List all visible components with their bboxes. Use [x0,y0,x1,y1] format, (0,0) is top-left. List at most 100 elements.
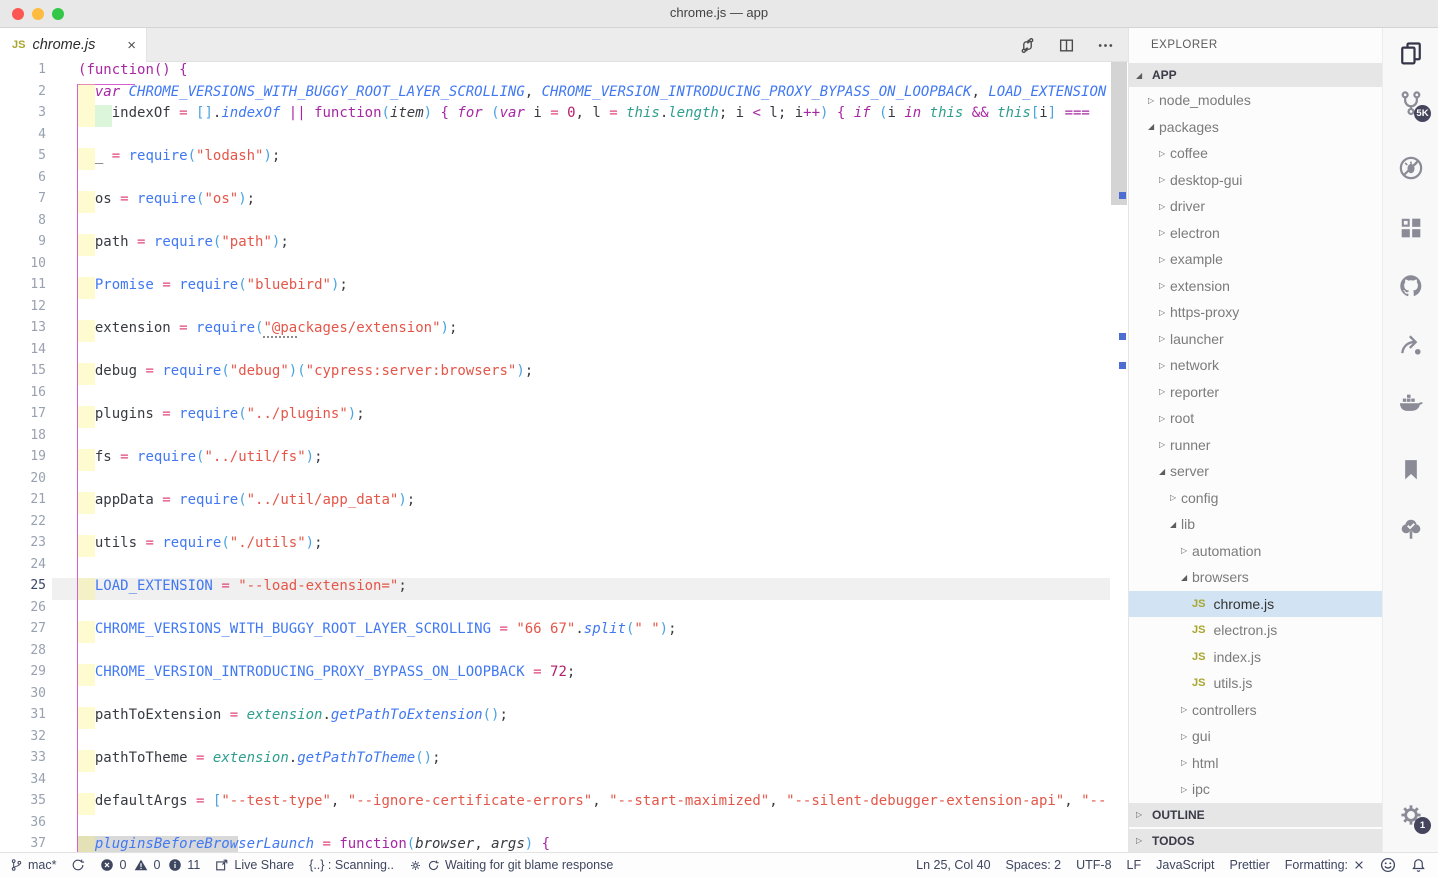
tree-item-extension[interactable]: ▷extension [1129,273,1382,300]
close-tab-icon[interactable]: × [127,38,136,53]
activity-github-icon[interactable] [1397,272,1425,300]
code-line[interactable] [78,127,1110,149]
code-line[interactable] [78,557,1110,579]
close-window-button[interactable] [12,8,24,20]
tree-item-example[interactable]: ▷example [1129,246,1382,273]
activity-test-explorer-icon[interactable] [1397,516,1425,544]
split-editor-icon[interactable] [1058,37,1075,54]
status-formatter[interactable]: Prettier [1229,858,1269,872]
activity-settings-icon[interactable]: 1 [1397,801,1425,829]
more-actions-icon[interactable] [1097,37,1114,54]
status-warnings[interactable]: 0 [134,858,160,872]
minimize-window-button[interactable] [32,8,44,20]
scrollbar-thumb[interactable] [1111,62,1127,205]
activity-explorer-icon[interactable] [1397,40,1425,68]
code-line[interactable]: plugins = require("../plugins"); [78,406,1110,428]
tree-item-root[interactable]: ▷root [1129,405,1382,432]
code-line[interactable] [78,729,1110,751]
tree-item-launcher[interactable]: ▷launcher [1129,326,1382,353]
tab-chrome-js[interactable]: JS chrome.js × [0,28,147,62]
status-git-blame[interactable]: Waiting for git blame response [409,858,613,872]
tree-item-node_modules[interactable]: ▷node_modules [1129,87,1382,114]
code-line[interactable] [78,170,1110,192]
code-line[interactable]: path = require("path"); [78,234,1110,256]
tree-item-server[interactable]: ◢server [1129,458,1382,485]
code-editor[interactable]: 1234567891011121314151617181920212223242… [0,62,1128,852]
status-eol[interactable]: LF [1127,858,1142,872]
activity-source-control-icon[interactable]: 5K [1397,89,1425,117]
section-header-todos[interactable]: ▷ TODOS [1129,829,1382,853]
code-line[interactable]: CHROME_VERSION_INTRODUCING_PROXY_BYPASS_… [78,664,1110,686]
activity-debug-disabled-icon[interactable] [1397,154,1425,182]
code-line[interactable] [78,213,1110,235]
tree-item-runner[interactable]: ▷runner [1129,432,1382,459]
code-line[interactable] [78,428,1110,450]
toggle-changes-icon[interactable] [1019,37,1036,54]
status-indentation[interactable]: Spaces: 2 [1006,858,1062,872]
code-line[interactable]: CHROME_VERSIONS_WITH_BUGGY_ROOT_LAYER_SC… [78,621,1110,643]
tree-item-reporter[interactable]: ▷reporter [1129,379,1382,406]
code-line[interactable] [78,514,1110,536]
code-line[interactable]: _ = require("lodash"); [78,148,1110,170]
code-line[interactable] [78,772,1110,794]
tree-item-network[interactable]: ▷network [1129,352,1382,379]
tree-item-packages[interactable]: ◢packages [1129,114,1382,141]
activity-bookmarks-icon[interactable] [1397,456,1425,484]
tree-item-automation[interactable]: ▷automation [1129,538,1382,565]
tree-item-electron[interactable]: ▷electron [1129,220,1382,247]
editor-scrollbar[interactable] [1110,62,1128,852]
code-line[interactable]: (function() { [78,62,1110,84]
tree-item-browsers[interactable]: ◢browsers [1129,564,1382,591]
status-notifications-bell[interactable] [1411,858,1426,873]
tree-item-controllers[interactable]: ▷controllers [1129,697,1382,724]
code-line[interactable]: var CHROME_VERSIONS_WITH_BUGGY_ROOT_LAYE… [78,84,1110,106]
status-live-share[interactable]: Live Share [215,858,294,872]
tree-item-driver[interactable]: ▷driver [1129,193,1382,220]
status-language-mode[interactable]: JavaScript [1156,858,1214,872]
code-area[interactable]: (function() { var CHROME_VERSIONS_WITH_B… [78,62,1110,852]
status-errors[interactable]: 0 [100,858,126,872]
section-header-outline[interactable]: ▷ OUTLINE [1129,803,1382,827]
tree-item-config[interactable]: ▷config [1129,485,1382,512]
tree-item-gui[interactable]: ▷gui [1129,723,1382,750]
code-line[interactable]: utils = require("./utils"); [78,535,1110,557]
code-line[interactable]: defaultArgs = ["--test-type", "--ignore-… [78,793,1110,815]
tree-item-utils.js[interactable]: JSutils.js [1129,670,1382,697]
code-line[interactable]: pathToTheme = extension.getPathToTheme()… [78,750,1110,772]
activity-docker-icon[interactable] [1397,389,1425,417]
code-line[interactable]: os = require("os"); [78,191,1110,213]
tree-item-chrome.js[interactable]: JSchrome.js [1129,591,1382,618]
code-line[interactable] [78,686,1110,708]
status-encoding[interactable]: UTF-8 [1076,858,1111,872]
code-line[interactable]: debug = require("debug")("cypress:server… [78,363,1110,385]
code-line[interactable] [78,385,1110,407]
status-infos[interactable]: 11 [168,858,200,872]
tree-item-electron.js[interactable]: JSelectron.js [1129,617,1382,644]
code-line[interactable]: indexOf = [].indexOf || function(item) {… [78,105,1110,127]
tree-item-desktop-gui[interactable]: ▷desktop-gui [1129,167,1382,194]
status-feedback-smiley[interactable] [1380,857,1396,873]
code-line[interactable] [78,600,1110,622]
zoom-window-button[interactable] [52,8,64,20]
code-line[interactable]: appData = require("../util/app_data"); [78,492,1110,514]
section-header-app[interactable]: ◢ APP [1129,63,1382,87]
tree-item-lib[interactable]: ◢lib [1129,511,1382,538]
code-line[interactable] [78,815,1110,837]
activity-extensions-icon[interactable] [1397,214,1425,242]
code-line[interactable]: pluginsBeforeBrowserLaunch = function(br… [78,836,1110,852]
status-cursor-position[interactable]: Ln 25, Col 40 [916,858,990,872]
tree-item-coffee[interactable]: ▷coffee [1129,140,1382,167]
code-line[interactable] [78,342,1110,364]
code-line[interactable] [78,256,1110,278]
tree-item-index.js[interactable]: JSindex.js [1129,644,1382,671]
tree-item-html[interactable]: ▷html [1129,750,1382,777]
status-sync[interactable] [71,858,85,872]
code-line[interactable]: fs = require("../util/fs"); [78,449,1110,471]
code-line[interactable] [78,471,1110,493]
code-line[interactable] [78,643,1110,665]
tree-item-https-proxy[interactable]: ▷https-proxy [1129,299,1382,326]
status-git-branch[interactable]: mac* [10,858,56,872]
status-formatting[interactable]: Formatting: [1285,858,1365,872]
code-line[interactable]: pathToExtension = extension.getPathToExt… [78,707,1110,729]
code-line[interactable] [78,299,1110,321]
